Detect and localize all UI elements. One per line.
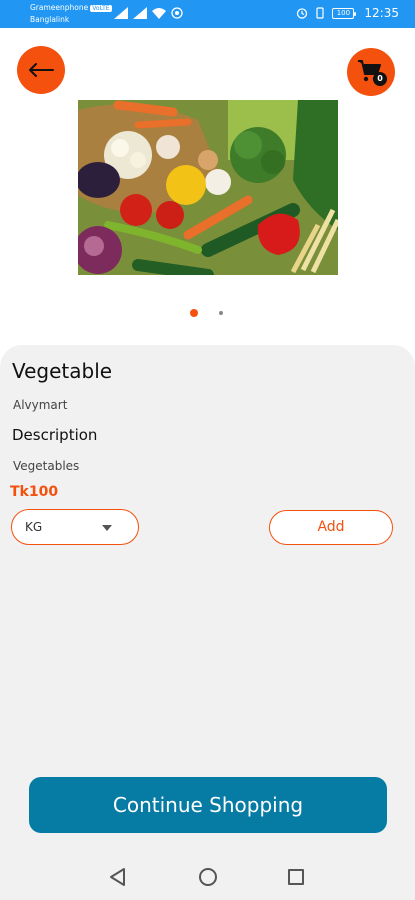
carousel-dot-active[interactable] xyxy=(190,309,198,317)
product-price: Tk100 xyxy=(10,484,59,500)
alarm-icon xyxy=(297,8,308,19)
battery-icon: 100 xyxy=(332,7,357,19)
signal-icon xyxy=(114,7,128,19)
store-name: Alvymart xyxy=(13,398,68,412)
product-details-card: Vegetable Alvymart Description Vegetable… xyxy=(0,345,415,855)
signal-icon-2 xyxy=(133,7,147,19)
status-bar: Grameenphone VoLTE Banglalink 100 12:35 xyxy=(0,0,415,28)
description-text: Vegetables xyxy=(13,459,80,473)
vibrate-icon xyxy=(316,7,325,19)
system-navigation-bar xyxy=(0,855,415,900)
product-name: Vegetable xyxy=(12,359,113,383)
unit-dropdown[interactable]: KG xyxy=(11,509,139,545)
cart-count-badge: 0 xyxy=(373,72,387,86)
volte-badge: VoLTE xyxy=(90,5,112,12)
nav-recents-icon[interactable] xyxy=(288,869,304,885)
carrier-info: Grameenphone VoLTE Banglalink xyxy=(30,2,112,25)
nav-back-icon[interactable] xyxy=(108,867,126,887)
whatsapp-icon xyxy=(171,7,183,19)
clock: 12:35 xyxy=(364,6,399,20)
carousel-dot[interactable] xyxy=(219,311,223,315)
arrow-left-icon xyxy=(29,63,54,77)
carousel-indicator xyxy=(0,308,415,318)
add-button[interactable]: Add xyxy=(269,510,393,545)
cart-button[interactable]: 0 xyxy=(347,48,395,96)
unit-selected-value: KG xyxy=(25,520,43,534)
nav-home-icon[interactable] xyxy=(199,868,217,886)
vegetables-basket-image xyxy=(78,100,338,275)
signal-icons xyxy=(114,7,183,19)
back-button[interactable] xyxy=(17,46,65,94)
dropdown-arrow-icon xyxy=(102,525,112,531)
carrier-secondary: Banglalink xyxy=(30,15,70,24)
wifi-icon xyxy=(152,8,166,19)
product-image[interactable] xyxy=(78,100,338,275)
description-heading: Description xyxy=(12,426,98,444)
continue-shopping-button[interactable]: Continue Shopping xyxy=(29,777,387,833)
system-icons: 100 12:35 xyxy=(296,6,399,20)
carrier-primary: Grameenphone xyxy=(30,3,89,12)
